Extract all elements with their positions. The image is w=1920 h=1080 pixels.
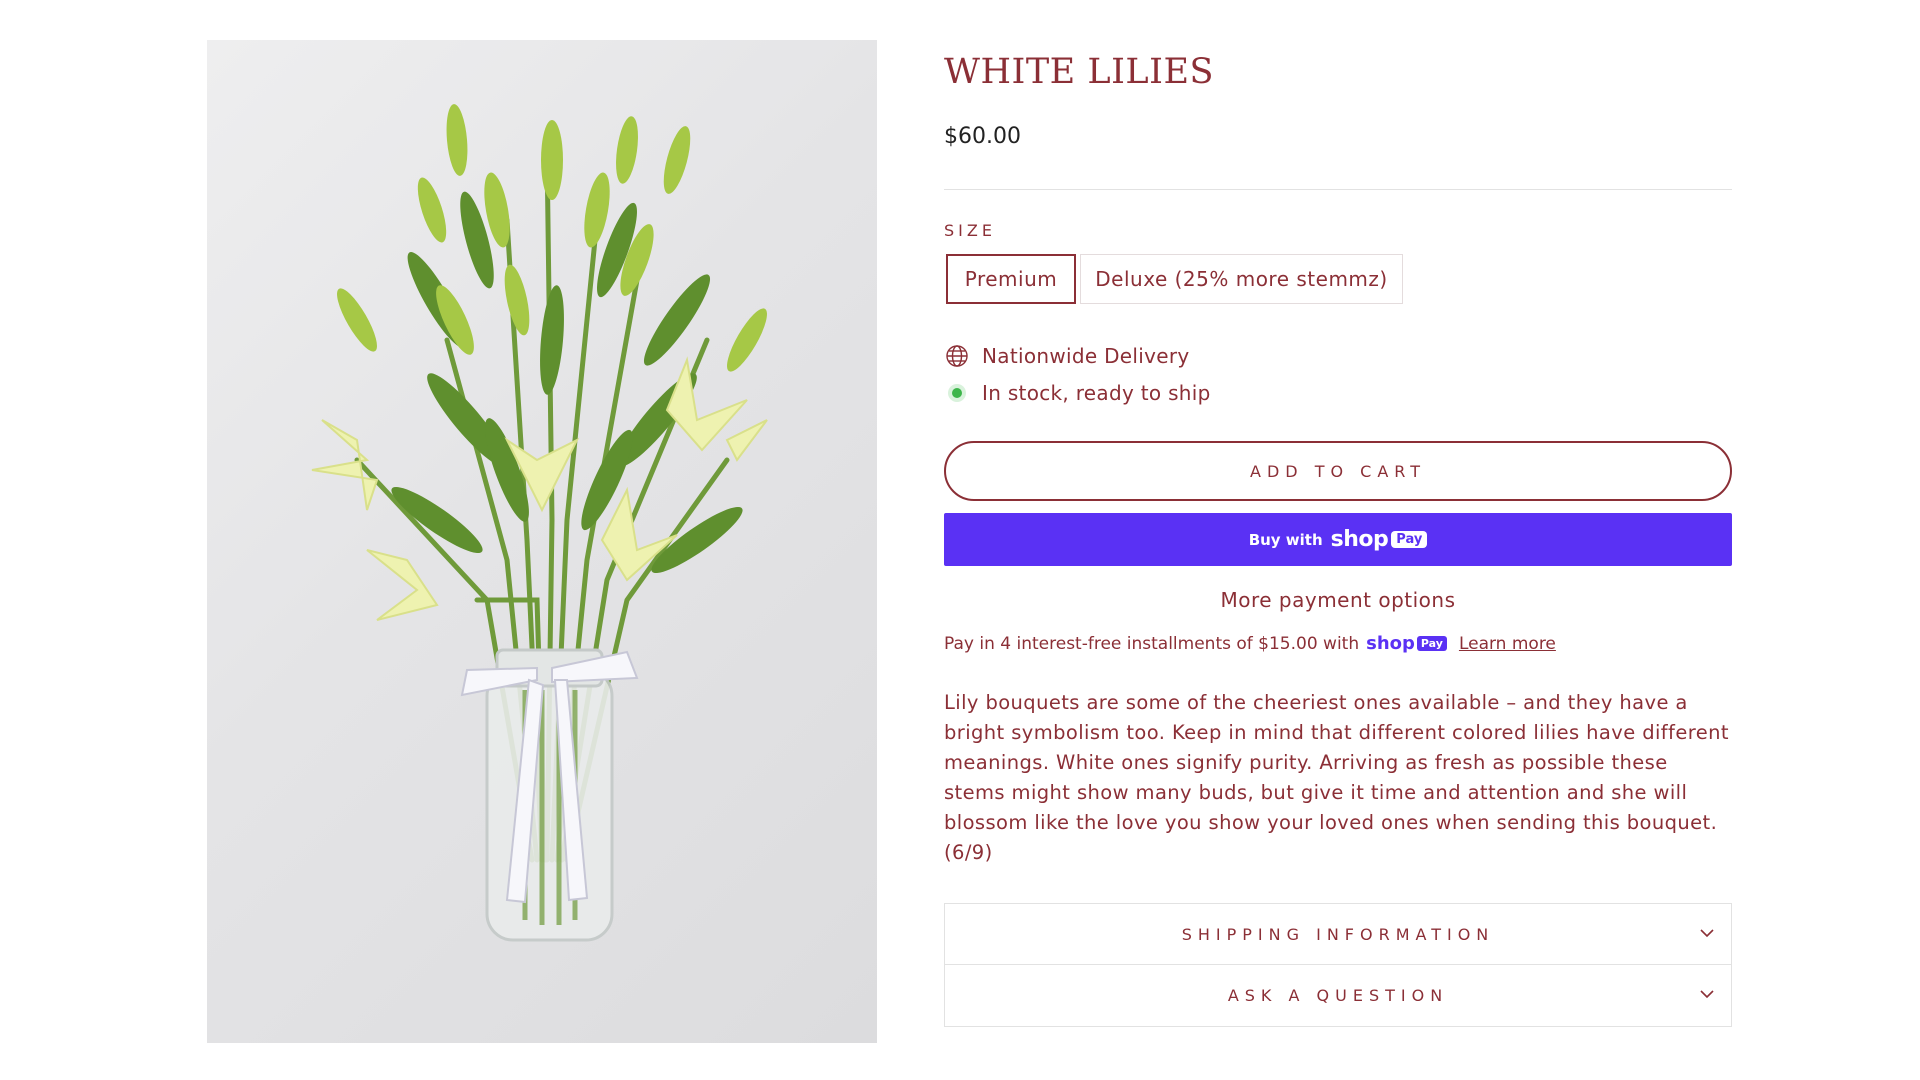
divider [944, 189, 1732, 190]
installments-text: Pay in 4 interest-free installments of $… [944, 633, 1360, 654]
ask-a-question-accordion[interactable]: ASK A QUESTION [944, 965, 1732, 1027]
installments-banner: Pay in 4 interest-free installments of $… [944, 633, 1556, 654]
lily-bouquet-illustration [311, 104, 768, 942]
product-price: $60.00 [944, 124, 1021, 149]
shop-pay-mini-badge: Pay [1416, 636, 1447, 651]
product-image[interactable] [207, 40, 877, 1043]
size-label: SIZE [944, 221, 996, 240]
product-page: WHITE LILIES $60.00 SIZE Premium Deluxe … [0, 0, 1920, 1080]
add-to-cart-button[interactable]: ADD TO CART [944, 441, 1732, 501]
shop-pay-mini-logo: shop [1366, 633, 1415, 654]
stock-text: In stock, ready to ship [982, 381, 1211, 405]
more-payment-options-link[interactable]: More payment options [944, 588, 1732, 612]
in-stock-dot-icon [952, 388, 962, 398]
buy-with-label: Buy with [1248, 530, 1323, 549]
size-option-deluxe[interactable]: Deluxe (25% more stemmz) [1080, 254, 1403, 304]
product-title: WHITE LILIES [944, 52, 1215, 92]
delivery-text: Nationwide Delivery [982, 344, 1190, 368]
stock-status: In stock, ready to ship [944, 379, 1211, 407]
product-description: Lily bouquets are some of the cheeriest … [944, 691, 1729, 864]
shop-pay-logo: shop [1330, 527, 1389, 552]
buy-with-shop-pay-button[interactable]: Buy with shop Pay [944, 513, 1732, 566]
learn-more-link[interactable]: Learn more [1459, 634, 1556, 654]
size-option-premium[interactable]: Premium [946, 254, 1076, 304]
globe-icon [944, 343, 982, 369]
shipping-information-accordion[interactable]: SHIPPING INFORMATION [944, 903, 1732, 965]
chevron-down-icon [1699, 986, 1715, 1006]
shop-pay-badge: Pay [1391, 531, 1428, 548]
delivery-info: Nationwide Delivery [944, 342, 1190, 370]
accordion-label: SHIPPING INFORMATION [1181, 924, 1495, 944]
accordion-label: ASK A QUESTION [1227, 986, 1449, 1005]
chevron-down-icon [1699, 925, 1715, 945]
